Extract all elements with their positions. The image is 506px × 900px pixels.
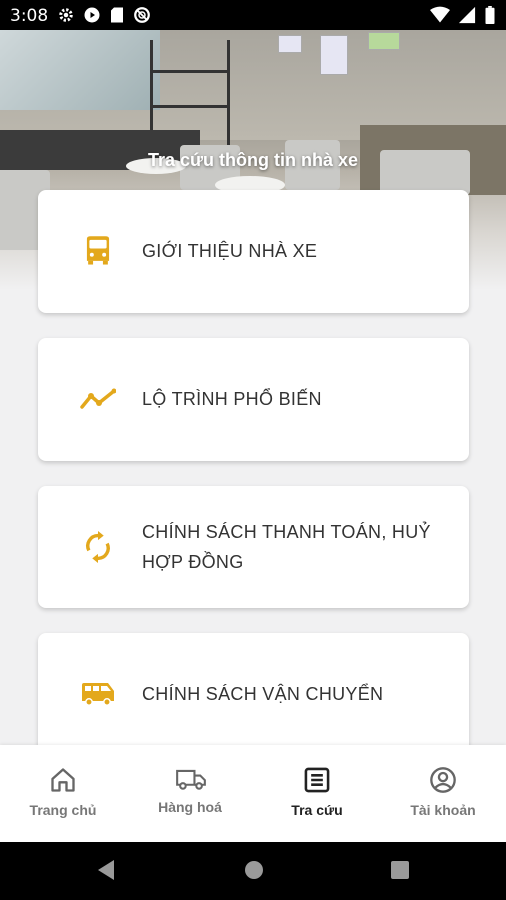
nav-label: Tài khoản	[410, 802, 476, 818]
status-bar: 3:08	[0, 0, 506, 30]
recents-icon[interactable]	[390, 860, 410, 885]
status-system-icons	[430, 6, 496, 24]
hero-image-poster	[320, 35, 348, 75]
account-icon	[429, 766, 457, 794]
back-icon[interactable]	[96, 859, 116, 886]
wifi-icon	[430, 6, 450, 23]
nav-item-lookup[interactable]: Tra cứu	[254, 745, 380, 842]
hero-image-window	[0, 30, 160, 110]
truck-icon	[176, 765, 206, 793]
hero-image-poster	[278, 35, 302, 53]
nav-label: Tra cứu	[291, 802, 343, 818]
card-label: LỘ TRÌNH PHỔ BIẾN	[142, 389, 322, 409]
card-bus-company-intro[interactable]: GIỚI THIỆU NHÀ XE	[38, 190, 469, 313]
list-icon	[303, 766, 331, 794]
no-disturb-icon	[134, 7, 150, 23]
sd-card-icon	[111, 7, 123, 23]
card-label: CHÍNH SÁCH THANH TOÁN, HUỶ HỢP ĐỒNG	[142, 522, 431, 572]
trending-route-icon	[80, 381, 116, 417]
hero-image-poster	[368, 32, 400, 50]
status-notification-icons	[57, 6, 151, 24]
card-label: CHÍNH SÁCH VẬN CHUYỂN	[142, 684, 384, 704]
van-icon	[80, 676, 116, 712]
hero-title: Tra cứu thông tin nhà xe	[147, 150, 359, 170]
nav-item-account[interactable]: Tài khoản	[380, 745, 506, 842]
bottom-navigation: Trang chủ Hàng hoá Tra cứu Tài khoản	[0, 745, 506, 842]
status-time: 3:08	[10, 6, 49, 26]
home-icon	[49, 766, 77, 794]
home-button-icon[interactable]	[243, 859, 265, 886]
bus-icon	[80, 233, 116, 269]
nav-label: Hàng hoá	[158, 799, 222, 815]
sync-icon	[80, 529, 116, 565]
nav-item-home[interactable]: Trang chủ	[0, 745, 126, 842]
play-icon	[84, 7, 100, 23]
system-navigation-bar	[0, 842, 506, 900]
settings-icon	[59, 8, 73, 22]
nav-label: Trang chủ	[29, 802, 97, 818]
card-label: GIỚI THIỆU NHÀ XE	[142, 241, 318, 261]
card-popular-routes[interactable]: LỘ TRÌNH PHỔ BIẾN	[38, 338, 469, 461]
nav-item-goods[interactable]: Hàng hoá	[127, 745, 253, 842]
card-payment-cancellation-policy[interactable]: CHÍNH SÁCH THANH TOÁN, HUỶ HỢP ĐỒNG	[38, 486, 469, 608]
battery-icon	[485, 6, 495, 24]
signal-icon	[458, 6, 476, 24]
